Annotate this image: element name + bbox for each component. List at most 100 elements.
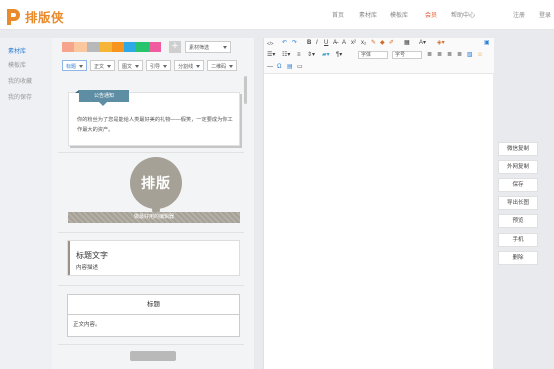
tab-image-text[interactable]: 图文	[118, 60, 144, 71]
ordered-list-icon[interactable]: ☰▾	[267, 51, 275, 59]
unordered-list-icon[interactable]: ☷▾	[282, 51, 290, 59]
font-size-select[interactable]: 字号	[392, 51, 422, 59]
clear-format-icon[interactable]: A	[342, 39, 346, 47]
color-swatch[interactable]	[136, 42, 149, 52]
save-button[interactable]: 保存	[498, 178, 538, 192]
logo[interactable]: 排版侠	[5, 6, 64, 26]
nav-help[interactable]: 帮助中心	[451, 10, 475, 19]
font-family-select[interactable]: 字体	[358, 51, 388, 59]
chevron-down-icon	[163, 65, 168, 69]
underline-icon[interactable]: U	[324, 39, 328, 47]
banner-subtitle[interactable]: 做最好用的编辑器	[68, 212, 240, 223]
add-color-button[interactable]: +	[169, 41, 181, 53]
panel-scrollbar[interactable]	[244, 76, 247, 104]
align-justify-icon[interactable]: ≣	[457, 51, 462, 59]
notice-text: 你的粉丝为了您是能给人类最好美的礼物——假笑，一定要成为你工作最大的资产。	[77, 117, 233, 133]
menu-item-materials[interactable]: 素材库	[8, 46, 26, 55]
title-card[interactable]: 标题文字 内容描述	[67, 240, 240, 276]
banner-circle[interactable]: 排版	[130, 157, 182, 209]
nav-templates[interactable]: 模板库	[390, 10, 408, 19]
wechat-copy-button[interactable]: 微信复制	[498, 142, 538, 156]
chevron-down-icon	[107, 65, 112, 69]
eraser-icon[interactable]: ◆	[380, 39, 385, 47]
nav-materials[interactable]: 素材库	[359, 10, 377, 19]
tab-body[interactable]: 正文	[90, 60, 116, 71]
nav-vip[interactable]: 会员	[425, 10, 437, 19]
color-swatch[interactable]	[74, 42, 87, 52]
highlight-icon[interactable]: ✐	[389, 39, 394, 47]
subscript-icon[interactable]: x₂	[361, 39, 366, 47]
menu-item-saved[interactable]: 我的保存	[8, 92, 32, 101]
left-menu: 素材库 模板库 我的收藏 我的保存	[0, 38, 52, 369]
strikethrough-icon[interactable]: A̶	[333, 39, 337, 47]
card-description: 内容描述	[76, 265, 99, 271]
background-color-icon[interactable]: ◈▾	[437, 39, 445, 47]
editor-area[interactable]: </> ↶ ↷ B I U A̶ A x² x₂ ✎ ◆ ✐ ▦ A▾ ◈▾ ▣…	[263, 38, 494, 369]
preview-button[interactable]: 预览	[498, 214, 538, 228]
fullscreen-icon[interactable]: ▣	[484, 39, 490, 47]
accent-line	[68, 241, 70, 275]
tab-guide[interactable]: 引导	[146, 60, 172, 71]
horizontal-rule-icon[interactable]: —	[267, 63, 273, 71]
material-filter-select[interactable]: 素材筛选	[185, 41, 231, 53]
notice-tag: 公告通知	[75, 90, 129, 102]
insert-table-icon[interactable]: ▤	[287, 63, 293, 71]
tab-qrcode[interactable]: 二维码	[207, 60, 238, 71]
table-icon[interactable]: ▦	[404, 39, 410, 47]
color-swatch[interactable]	[86, 42, 100, 52]
delete-button[interactable]: 删除	[498, 251, 538, 265]
bold-icon[interactable]: B	[307, 39, 311, 47]
divider	[58, 152, 244, 153]
tab-label: 标题	[66, 64, 77, 70]
tab-title[interactable]: 标题	[62, 60, 88, 71]
redo-icon[interactable]: ↷	[292, 39, 297, 47]
page-break-icon[interactable]: ▭	[297, 63, 303, 71]
color-swatch[interactable]	[148, 42, 162, 52]
format-brush-icon[interactable]: ✎	[371, 39, 376, 47]
superscript-icon[interactable]: x²	[351, 39, 356, 47]
divider	[58, 344, 244, 345]
undo-icon[interactable]: ↶	[282, 39, 287, 47]
color-swatch[interactable]	[123, 42, 137, 52]
load-more-button[interactable]	[130, 351, 176, 361]
nav-login[interactable]: 登录	[539, 10, 551, 19]
emoji-icon[interactable]: ☺	[477, 51, 483, 59]
letter-spacing-icon[interactable]: ▰▾	[322, 51, 330, 59]
align-center-icon[interactable]: ≣	[437, 51, 442, 59]
nav-register[interactable]: 注册	[513, 10, 525, 19]
align-right-icon[interactable]: ≣	[447, 51, 452, 59]
line-height-icon[interactable]: ≡	[297, 51, 301, 59]
tab-label: 分割线	[178, 64, 194, 70]
chevron-down-icon	[196, 65, 201, 69]
color-swatch[interactable]	[62, 42, 75, 52]
special-char-icon[interactable]: Ω	[277, 63, 282, 71]
filter-label: 素材筛选	[189, 45, 210, 51]
align-left-icon[interactable]: ≣	[427, 51, 432, 59]
color-swatch[interactable]	[111, 42, 124, 52]
chevron-down-icon	[79, 65, 84, 69]
nav-home[interactable]: 首页	[332, 10, 344, 19]
table-card-body: 正文内容。	[73, 322, 101, 328]
font-color-icon[interactable]: A▾	[419, 39, 426, 47]
font-family-label: 字体	[361, 52, 372, 58]
menu-item-favorites[interactable]: 我的收藏	[8, 76, 32, 85]
text-indent-icon[interactable]: ¶▾	[336, 51, 342, 59]
notice-card[interactable]: 公告通知 你的粉丝为了您是能给人类最好美的礼物——假笑，一定要成为你工作最大的资…	[68, 90, 240, 146]
export-long-image-button[interactable]: 导出长图	[498, 196, 538, 210]
html-source-icon[interactable]: </>	[267, 40, 274, 48]
tab-label: 二维码	[211, 64, 227, 70]
paragraph-spacing-icon[interactable]: ⇕▾	[307, 51, 315, 59]
color-swatch[interactable]	[99, 42, 112, 52]
divider	[58, 285, 244, 286]
tab-divider[interactable]: 分割线	[174, 60, 205, 71]
table-card[interactable]: 标题 正文内容。	[67, 294, 240, 337]
card-title: 标题文字	[76, 251, 108, 260]
image-icon[interactable]: ▧	[467, 51, 473, 59]
font-size-label: 字号	[395, 52, 406, 58]
category-tabs: 标题 正文 图文 引导 分割线 二维码	[62, 60, 240, 71]
external-copy-button[interactable]: 外网复制	[498, 160, 538, 174]
italic-icon[interactable]: I	[316, 39, 318, 47]
mobile-button[interactable]: 手机	[498, 233, 538, 247]
tab-label: 图文	[122, 64, 133, 70]
menu-item-templates[interactable]: 模板库	[8, 60, 26, 69]
